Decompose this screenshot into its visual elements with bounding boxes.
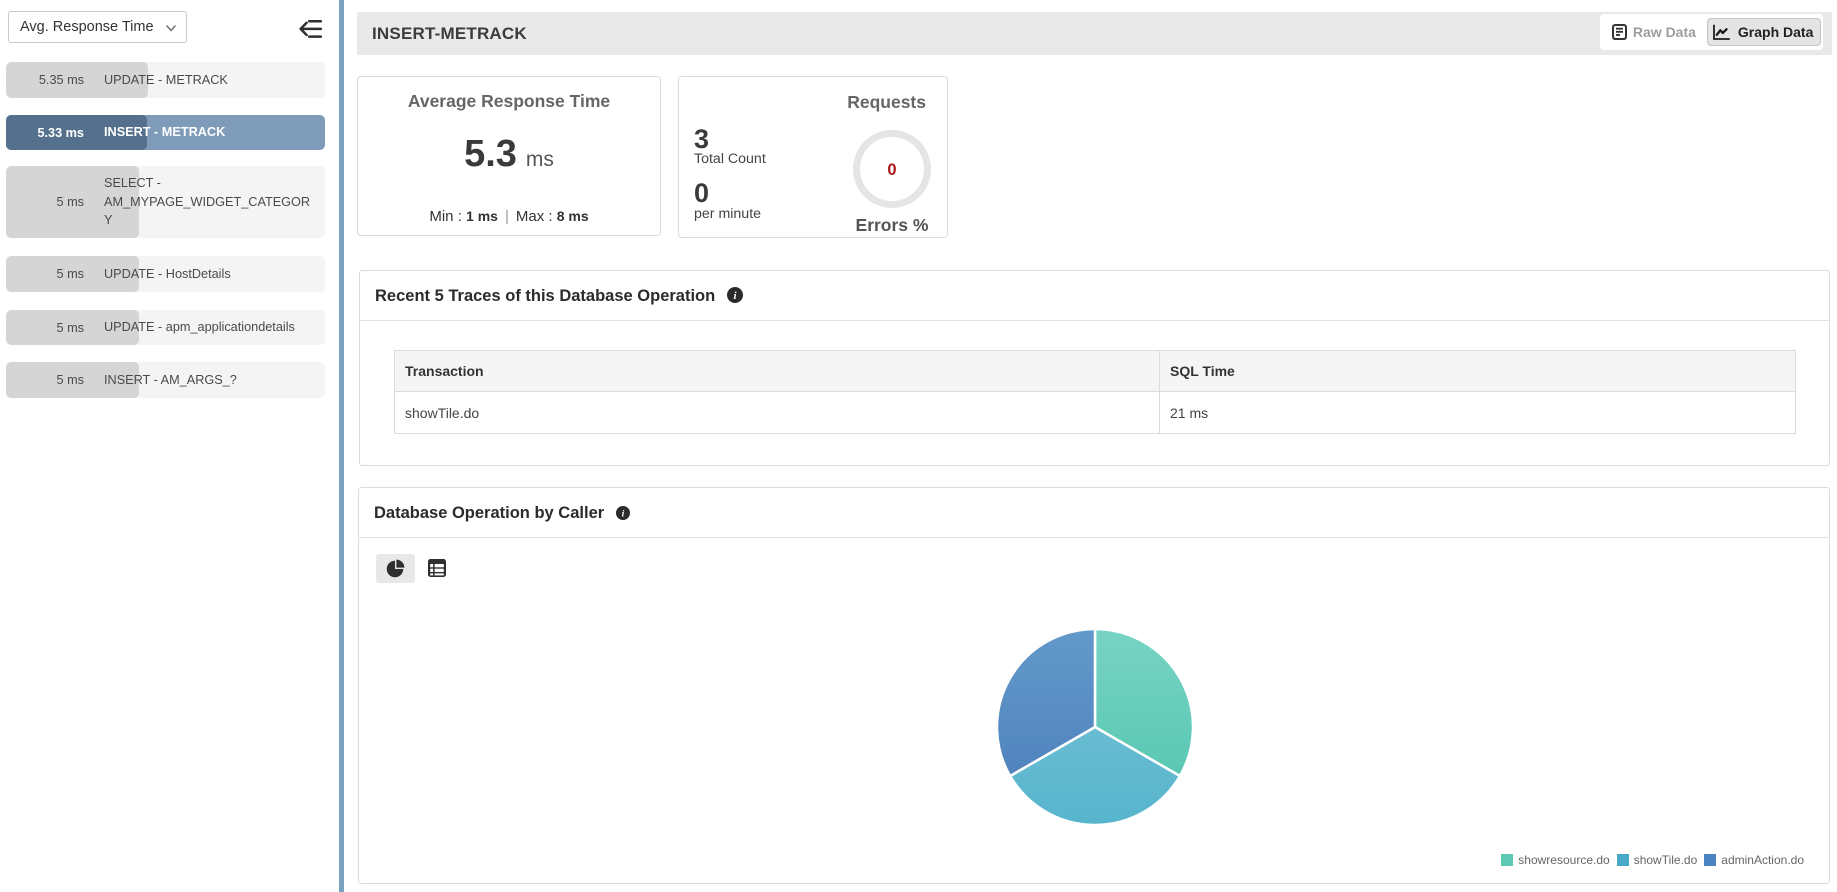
svg-text:i: i xyxy=(621,509,624,520)
